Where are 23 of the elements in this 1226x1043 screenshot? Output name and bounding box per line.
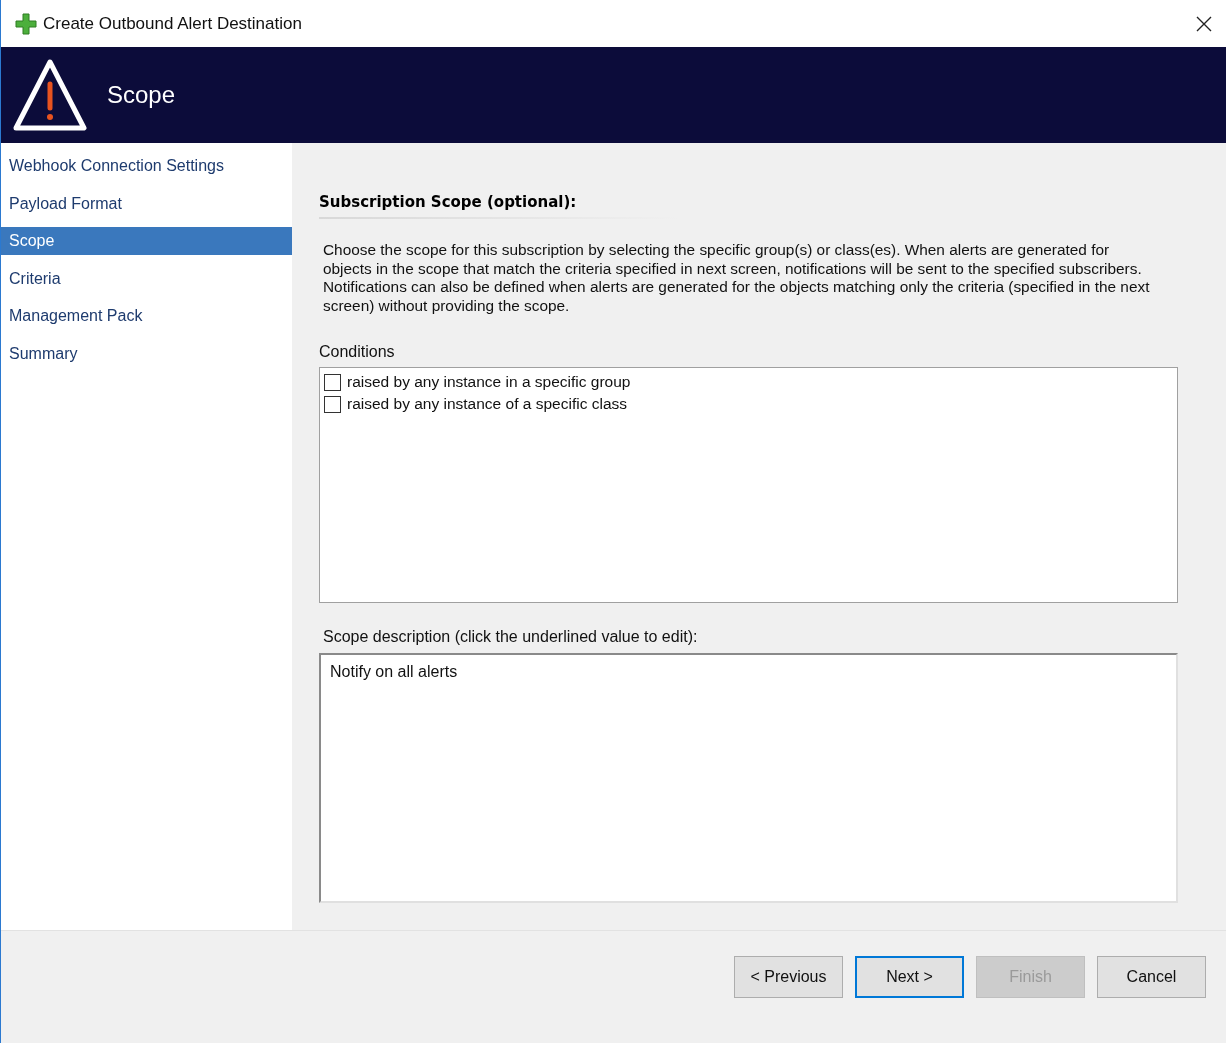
wizard-step[interactable]: Summary: [1, 339, 292, 368]
section-heading: Subscription Scope (optional):: [319, 193, 578, 211]
wizard-step[interactable]: Webhook Connection Settings: [1, 152, 292, 180]
conditions-label: Conditions: [319, 343, 396, 361]
header-title: Scope: [107, 81, 176, 109]
wizard-step[interactable]: Criteria: [1, 264, 292, 293]
checkbox[interactable]: [324, 373, 341, 391]
scope-description-label: Scope description (click the underlined value to edit):: [323, 628, 699, 646]
wizard-button[interactable]: < Previous: [734, 956, 843, 998]
wizard-step[interactable]: Management Pack: [1, 302, 292, 330]
wizard-step[interactable]: Payload Format: [1, 189, 292, 218]
close-icon: [1196, 15, 1212, 32]
wizard-step[interactable]: Scope: [1, 227, 292, 255]
condition-label: raised by any instance in a specific group: [347, 373, 631, 391]
wizard-button[interactable]: Cancel: [1097, 956, 1206, 998]
wizard-button[interactable]: Next >: [855, 956, 964, 998]
checkbox[interactable]: [324, 395, 341, 413]
condition-label: raised by any instance of a specific class: [347, 395, 627, 413]
warning-icon: [13, 58, 87, 132]
plus-icon: [15, 12, 37, 35]
instructions-text: Choose the scope for this subscription by selecting the specific group(s) or class(es). When alerts are generated for objects in the scope that match the criteria specified in next screen, notifications will be sent to the specified subscribers. Notifications can also be defined when alerts are generated for the objects matching only the criteria (specified in the next screen) without providing the scope.: [323, 241, 1151, 315]
scope-description-field[interactable]: Notify on all alerts: [319, 653, 1178, 903]
window-title: Create Outbound Alert Destination: [43, 13, 303, 34]
